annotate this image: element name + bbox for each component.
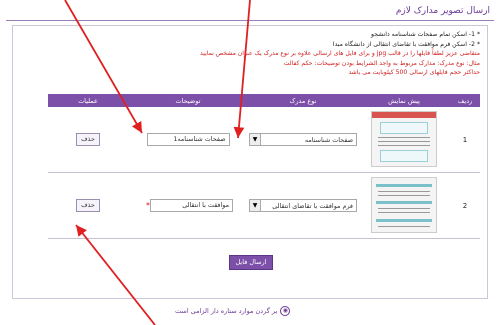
back-link[interactable]: ◉بر گردن موارد ستاره دار الزامی است: [175, 306, 291, 316]
table-row: 1 صفحات شناسنامه ▼ صفحات شناسنامه1 حذف: [48, 107, 480, 173]
doc-type-value: فرم موافقت با تقاضای انتقالی: [272, 201, 353, 210]
files-table: ردیف پیش نمایش نوع مدرک توضیحات عملیات 1: [48, 94, 480, 239]
note-1: * 1- اسکن تمام صفحات شناسنامه دانشجو: [371, 31, 480, 38]
document-thumbnail[interactable]: [371, 110, 437, 167]
header-ops: عملیات: [48, 94, 128, 107]
back-link-label: بر گردن موارد ستاره دار الزامی است: [175, 307, 278, 315]
doc-type-select[interactable]: صفحات شناسنامه ▼: [249, 133, 357, 146]
delete-button[interactable]: حذف: [76, 199, 100, 212]
header-desc: توضیحات: [128, 94, 248, 107]
header-preview: پیش نمایش: [358, 94, 450, 107]
doc-type-select[interactable]: فرم موافقت با تقاضای انتقالی ▼: [249, 199, 357, 212]
header-type: نوع مدرک: [248, 94, 358, 107]
document-thumbnail[interactable]: [371, 176, 437, 233]
note-4: مثال: نوع مدرک: مدارک مربوط به واجد الشر…: [283, 59, 480, 67]
row-index: 1: [450, 107, 480, 173]
send-file-button[interactable]: ارسال فایل: [229, 255, 273, 270]
note-5: حداکثر حجم فایلهای ارسالی 500 کیلوبایت م…: [348, 69, 480, 76]
chevron-down-icon[interactable]: ▼: [250, 200, 261, 211]
note-2: * 2- اسکن فرم موافقت با تقاضای انتقالی ا…: [332, 40, 480, 48]
instructions: * 1- اسکن تمام صفحات شناسنامه دانشجو * 2…: [25, 30, 480, 78]
description-input[interactable]: موافقت با انتقالی: [150, 199, 233, 212]
header-idx: ردیف: [450, 94, 480, 107]
back-arrow-icon: ◉: [280, 306, 291, 316]
delete-button[interactable]: حذف: [76, 133, 100, 146]
chevron-down-icon[interactable]: ▼: [250, 134, 261, 145]
note-3: متقاضی عزیز لطفاً فایلها را در قالب jpg …: [200, 50, 480, 57]
title-divider: [6, 20, 494, 21]
table-header-row: ردیف پیش نمایش نوع مدرک توضیحات عملیات: [48, 94, 480, 107]
page-title: ارسال تصویر مدارک لازم: [395, 6, 490, 16]
table-row: 2 فرم موافقت با تقاضای انتقالی ▼ موافقت …: [48, 172, 480, 239]
description-input[interactable]: صفحات شناسنامه1: [146, 133, 230, 146]
row-index: 2: [450, 172, 480, 239]
doc-type-value: صفحات شناسنامه: [304, 135, 353, 144]
